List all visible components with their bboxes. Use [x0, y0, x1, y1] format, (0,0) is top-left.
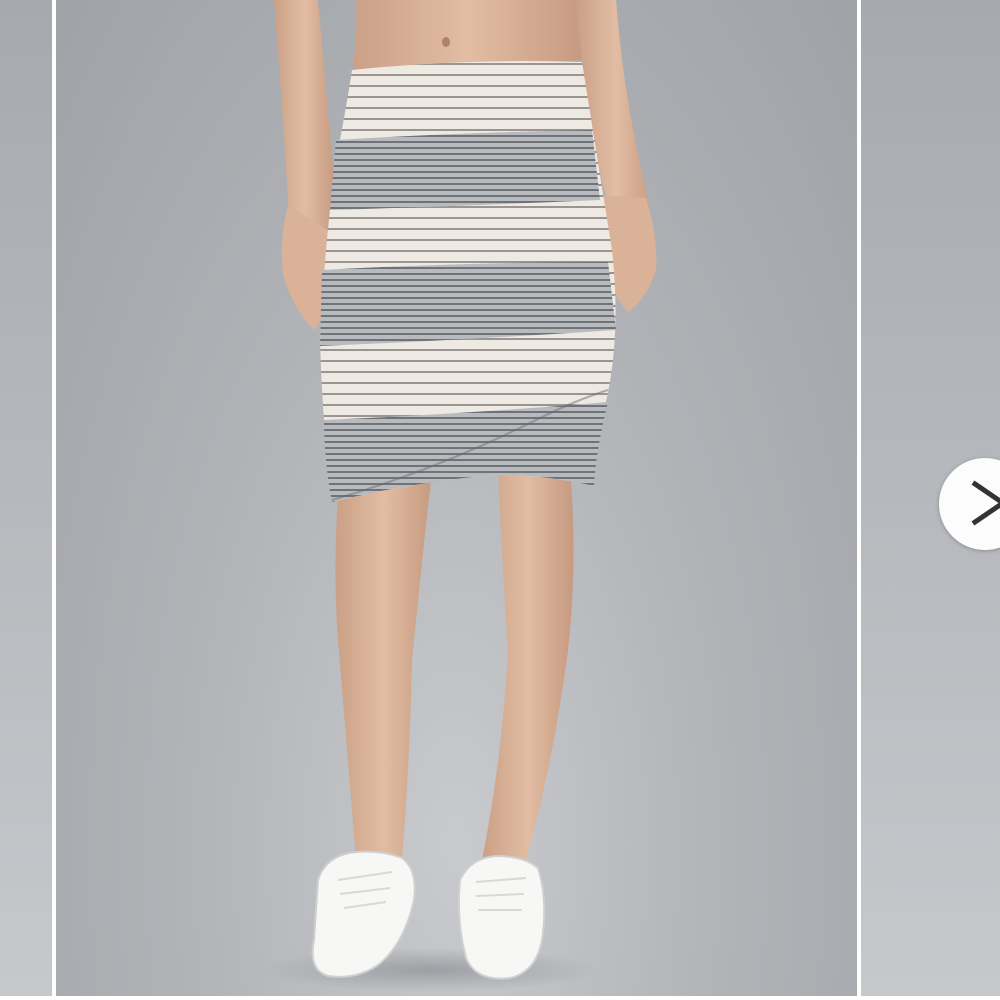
chevron-right-icon: [971, 480, 1000, 526]
product-photo[interactable]: [56, 0, 857, 996]
photo-carousel: [0, 0, 1000, 1000]
previous-photo-preview[interactable]: [0, 0, 52, 996]
model-illustration: [260, 0, 657, 992]
